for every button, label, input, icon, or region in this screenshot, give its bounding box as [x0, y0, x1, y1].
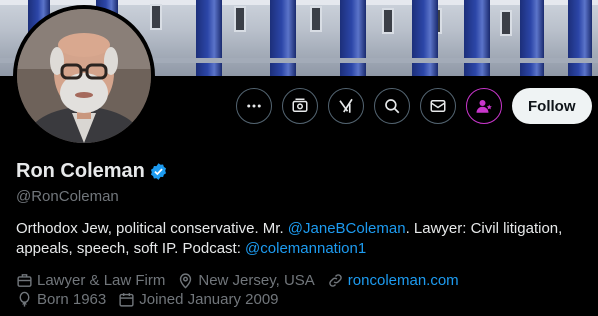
profile-meta-row: Lawyer & Law Firm New Jersey, USA roncol… [16, 272, 459, 289]
profile-handle: @RonColeman [16, 188, 119, 205]
profile-birthdate: Born 1963 [16, 291, 106, 308]
subscribe-icon [476, 100, 492, 113]
profile-name-row: Ron Coleman [16, 160, 168, 183]
profile-join-date: Joined January 2009 [118, 291, 279, 308]
more-icon [247, 104, 261, 108]
profile-actions: Follow [236, 88, 592, 124]
briefcase-icon [17, 274, 32, 287]
grok-icon [339, 98, 353, 113]
profile-location: New Jersey, USA [177, 272, 315, 289]
follow-button[interactable]: Follow [512, 88, 592, 124]
balloon-icon [19, 291, 30, 307]
link-icon [329, 274, 342, 287]
calendar-icon [119, 293, 134, 307]
search-icon [385, 99, 400, 114]
profile-category: Lawyer & Law Firm [16, 272, 165, 289]
bio-text: Orthodox Jew, political conservative. Mr… [16, 220, 288, 237]
money-icon [292, 98, 308, 112]
profile-bio: Orthodox Jew, political conservative. Mr… [16, 219, 586, 259]
message-button[interactable] [420, 88, 456, 124]
profile-meta-row: Born 1963 Joined January 2009 [16, 291, 279, 308]
tips-button[interactable] [282, 88, 318, 124]
verified-badge-icon[interactable] [149, 162, 168, 181]
more-button[interactable] [236, 88, 272, 124]
profile-name: Ron Coleman [16, 160, 145, 182]
bio-mention-link[interactable]: @JaneBColeman [288, 220, 406, 237]
grok-button[interactable] [328, 88, 364, 124]
search-profile-button[interactable] [374, 88, 410, 124]
bio-mention-link[interactable]: @colemannation1 [245, 240, 366, 257]
profile-website: roncoleman.com [327, 272, 459, 289]
website-link[interactable]: roncoleman.com [348, 272, 459, 289]
location-pin-icon [180, 273, 192, 289]
mail-icon [430, 100, 446, 112]
subscribe-button[interactable] [466, 88, 502, 124]
profile-avatar[interactable] [13, 5, 155, 147]
